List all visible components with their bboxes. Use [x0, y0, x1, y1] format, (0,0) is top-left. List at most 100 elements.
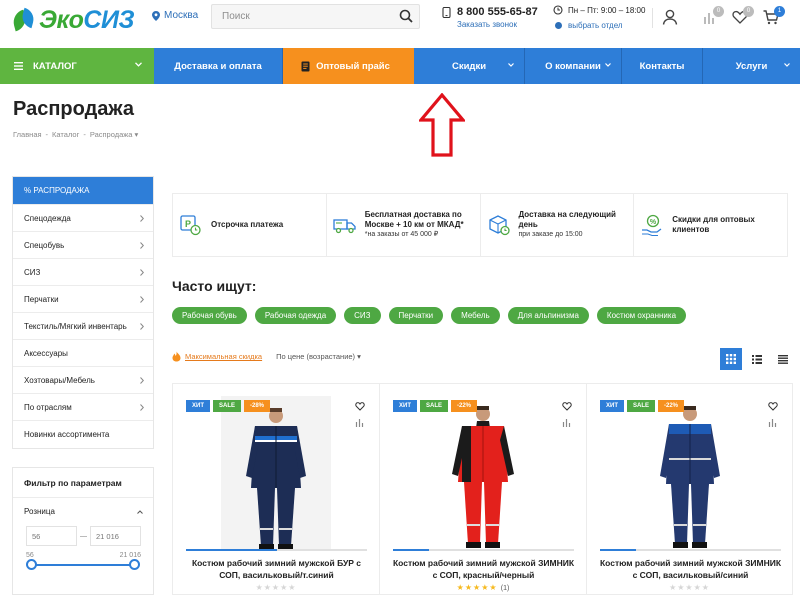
phone-number[interactable]: 8 800 555-65-87	[442, 6, 538, 18]
feature-title: Отсрочка платежа	[211, 220, 284, 229]
features-bar: P Отсрочка платежа Бесплатная доставка п…	[172, 193, 788, 257]
main-nav: КАТАЛОГ Доставка и оплата Оптовый прайс …	[0, 48, 800, 84]
rating-stars: ★★★★★ (1)	[380, 583, 586, 592]
filter-title: Фильтр по параметрам	[13, 468, 153, 498]
feature-next-day: Доставка на следующий день при заказе до …	[481, 194, 635, 256]
product-name[interactable]: Костюм рабочий зимний мужской ЗИМНИК с С…	[597, 557, 784, 581]
product-image[interactable]	[635, 396, 745, 550]
view-list-button[interactable]	[746, 348, 768, 370]
tag-ppe[interactable]: СИЗ	[344, 307, 381, 324]
slider-handle-max[interactable]	[129, 559, 140, 570]
winter-suit-red-illustration	[452, 406, 514, 548]
callback-link[interactable]: Заказать звонок	[442, 20, 538, 29]
rating-stars: ★★★★★	[587, 583, 792, 592]
hit-badge: ХИТ	[600, 400, 624, 412]
chevron-right-icon	[140, 242, 144, 249]
logo[interactable]: ЭкоСИЗ	[10, 6, 135, 34]
sidebar-item-ppe[interactable]: СИЗ	[13, 259, 153, 286]
nav-discounts[interactable]: Скидки	[414, 48, 525, 84]
sort-max-discount[interactable]: Максимальная скидка	[185, 352, 262, 361]
sidebar-item-new[interactable]: Новинки ассортимента	[13, 421, 153, 448]
breadcrumb: Главная - Каталог - Распродажа ▾	[13, 130, 138, 139]
svg-text:P: P	[185, 219, 191, 229]
price-max-input[interactable]	[90, 526, 141, 546]
price-min-input[interactable]	[26, 526, 77, 546]
tag-furniture[interactable]: Мебель	[451, 307, 500, 324]
sale-badge: SALE	[419, 400, 448, 412]
nav-catalog[interactable]: КАТАЛОГ	[0, 48, 154, 84]
user-icon[interactable]	[661, 8, 679, 26]
range-labels: 56 21 016	[13, 546, 153, 559]
product-name[interactable]: Костюм рабочий зимний мужской ЗИМНИК с С…	[390, 557, 577, 581]
sidebar-item-sale[interactable]: % РАСПРОДАЖА	[13, 177, 153, 205]
nav-contacts[interactable]: Контакты	[622, 48, 703, 84]
heart-icon[interactable]	[355, 401, 365, 411]
nav-discounts-label: Скидки	[451, 60, 487, 72]
filter-group-retail[interactable]: Розница	[13, 498, 153, 526]
nav-wholesale-price[interactable]: Оптовый прайс	[283, 48, 414, 84]
nav-delivery-label: Доставка и оплата	[174, 60, 262, 72]
compare-icon[interactable]	[562, 418, 571, 427]
chevron-right-icon	[140, 296, 144, 303]
sort-by-price[interactable]: По цене (возрастание) ▾	[276, 352, 361, 361]
chevron-down-icon	[135, 62, 142, 67]
nav-services[interactable]: Услуги	[703, 48, 800, 84]
product-name[interactable]: Костюм рабочий зимний мужской БУР с СОП,…	[183, 557, 370, 581]
breadcrumb-current[interactable]: Распродажа ▾	[90, 130, 139, 139]
nav-about[interactable]: О компании	[525, 48, 622, 84]
product-image[interactable]	[428, 396, 538, 550]
sidebar-item-textile[interactable]: Текстиль/Мягкий инвентарь	[13, 313, 153, 340]
breadcrumb-catalog[interactable]: Каталог	[52, 130, 79, 139]
tag-guard-suit[interactable]: Костюм охранника	[596, 307, 687, 324]
range-dash	[80, 535, 87, 537]
nav-delivery[interactable]: Доставка и оплата	[154, 48, 283, 84]
tag-climbing[interactable]: Для альпинизма	[507, 307, 589, 324]
breadcrumb-home[interactable]: Главная	[13, 130, 42, 139]
tag-workwear[interactable]: Рабочая одежда	[254, 307, 337, 324]
chevron-right-icon	[140, 377, 144, 384]
sidebar-item-label: % РАСПРОДАЖА	[24, 186, 90, 195]
discount-badge: -22%	[451, 400, 478, 412]
view-table-button[interactable]	[772, 348, 794, 370]
slider-handle-min[interactable]	[26, 559, 37, 570]
sidebar-item-household[interactable]: Хозтовары/Мебель	[13, 367, 153, 394]
tag-work-shoes[interactable]: Рабочая обувь	[172, 307, 247, 324]
sidebar-item-accessories[interactable]: Аксессуары	[13, 340, 153, 367]
search-icon[interactable]	[399, 9, 413, 23]
popular-searches-title: Часто ищут:	[172, 278, 257, 294]
product-badges: ХИТ SALE -22%	[600, 400, 685, 412]
choose-department-link[interactable]: выбрать отдел	[553, 21, 645, 30]
dept-marker-icon	[555, 22, 562, 29]
product-card[interactable]: ХИТ SALE -28% Костюм рабочий зимний мужс…	[172, 383, 379, 595]
sidebar-item-label: По отраслям	[24, 402, 72, 412]
phone-icon	[442, 7, 451, 18]
heart-icon[interactable]	[768, 401, 778, 411]
compare-icon[interactable]	[355, 418, 364, 427]
sidebar-item-label: Спецобувь	[24, 240, 65, 250]
range-min-label: 56	[26, 552, 34, 559]
sidebar-item-workwear[interactable]: Спецодежда	[13, 205, 153, 232]
sidebar-item-label: Хозтовары/Мебель	[24, 375, 95, 385]
clock-icon	[553, 5, 563, 15]
search-box	[211, 4, 420, 29]
tag-gloves[interactable]: Перчатки	[388, 307, 444, 324]
heart-icon[interactable]	[562, 401, 572, 411]
working-hours: Пн – Пт: 9:00 – 18:00	[553, 5, 645, 15]
sidebar-item-footwear[interactable]: Спецобувь	[13, 232, 153, 259]
feature-wholesale-discount: % Скидки для оптовых клиентов	[634, 194, 787, 256]
breadcrumb-separator: -	[83, 130, 86, 139]
search-input[interactable]	[212, 5, 392, 28]
product-card[interactable]: ХИТ SALE -22% Костюм рабочий зимний мужс…	[586, 383, 793, 595]
view-grid-button[interactable]	[720, 348, 742, 370]
slider-progress-fill	[600, 549, 637, 551]
product-card[interactable]: ХИТ SALE -22% Костюм рабочий зимний мужс…	[379, 383, 586, 595]
sidebar-item-gloves[interactable]: Перчатки	[13, 286, 153, 313]
winter-suit-blue-illustration	[660, 406, 720, 548]
hit-badge: ХИТ	[393, 400, 417, 412]
document-icon	[301, 61, 310, 71]
sidebar-item-label: Аксессуары	[24, 348, 68, 358]
sidebar-item-industries[interactable]: По отраслям	[13, 394, 153, 421]
city-selector[interactable]: Москва	[152, 10, 198, 21]
compare-icon[interactable]	[768, 418, 777, 427]
product-image[interactable]	[221, 396, 331, 550]
